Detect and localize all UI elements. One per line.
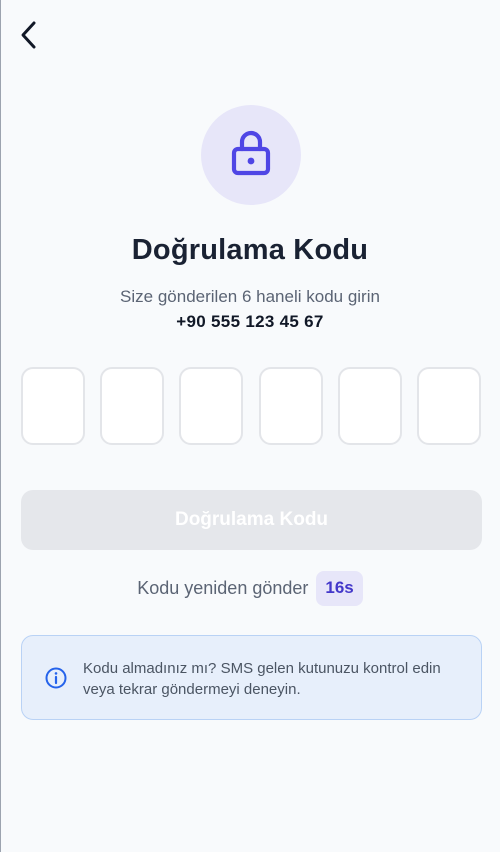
lock-icon — [231, 130, 271, 181]
window-edge — [0, 0, 1, 852]
otp-digit-6[interactable] — [417, 367, 481, 445]
page-title: Doğrulama Kodu — [131, 234, 369, 266]
instruction-text: Size gönderilen 6 haneli kodu girin — [120, 287, 380, 306]
otp-digit-4[interactable] — [259, 367, 323, 445]
resend-row: Kodu yeniden gönder 16s — [0, 570, 500, 606]
otp-digit-1[interactable] — [21, 367, 85, 445]
otp-input-group — [21, 367, 482, 445]
verify-button[interactable]: Doğrulama Kodu — [21, 490, 482, 550]
chevron-left-icon — [18, 20, 40, 50]
resend-code-link[interactable]: Kodu yeniden gönder — [137, 578, 308, 599]
otp-digit-3[interactable] — [179, 367, 243, 445]
verification-screen: Doğrulama Kodu Size gönderilen 6 haneli … — [0, 0, 500, 852]
phone-number: +90 555 123 45 67 — [176, 312, 324, 331]
info-message: Kodu almadınız mı? SMS gelen kutunuzu ko… — [83, 660, 441, 698]
info-banner: Kodu almadınız mı? SMS gelen kutunuzu ko… — [21, 635, 482, 720]
lock-badge — [201, 105, 301, 205]
info-icon — [44, 666, 68, 690]
back-button[interactable] — [10, 16, 48, 54]
otp-digit-2[interactable] — [100, 367, 164, 445]
countdown-badge: 16s — [316, 570, 363, 606]
otp-digit-5[interactable] — [338, 367, 402, 445]
